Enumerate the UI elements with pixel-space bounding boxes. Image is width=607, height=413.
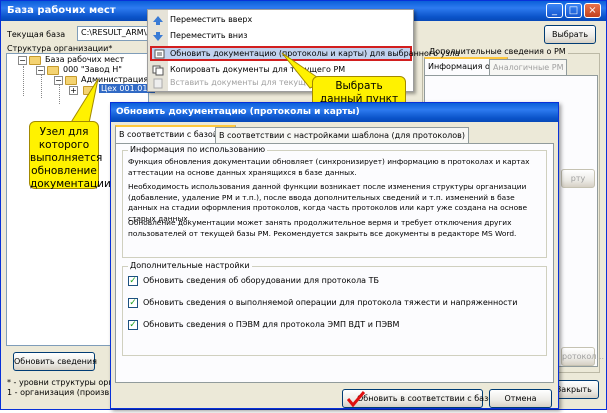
collapse-toggle[interactable]: − [36, 66, 45, 75]
checkbox-operation[interactable]: ✓ [128, 298, 138, 308]
menu-item-move-up[interactable]: Переместить вверх [148, 13, 413, 28]
update-by-base-label: Обновить в соответствии с базой РМ [357, 394, 513, 403]
info-paragraph-3: Обновление документации может занять про… [128, 218, 517, 238]
checkmark-icon [347, 391, 365, 407]
checkbox-operation-label: Обновить сведения о выполняемой операции… [143, 298, 518, 307]
refresh-docs-icon [154, 49, 165, 59]
checkbox-pc[interactable]: ✓ [128, 320, 138, 330]
update-by-base-button[interactable]: Обновить в соответствии с базой РМ [342, 389, 513, 408]
copy-icon [152, 65, 164, 76]
cancel-button[interactable]: Отмена [489, 389, 552, 408]
update-docs-dialog: Обновить документацию (протоколы и карты… [110, 102, 559, 409]
tab-similar[interactable]: Аналогичные РМ [489, 59, 568, 75]
tree-line [23, 66, 24, 96]
tree-node-root[interactable]: База рабочих мест [45, 55, 124, 64]
callout-text: Узел для которого выполняется обновление… [30, 126, 111, 190]
arrow-up-icon [153, 16, 163, 25]
paste-icon [153, 78, 163, 89]
tree-line [41, 74, 42, 98]
info-group-label: Информация по использованию [128, 145, 268, 154]
refresh-info-button[interactable]: Обновить сведения [13, 352, 97, 371]
arrow-down-icon [153, 32, 163, 41]
folder-icon [47, 66, 59, 75]
card-button[interactable]: рту [561, 169, 595, 188]
menu-item-label: Переместить вниз [170, 31, 248, 40]
maximize-button[interactable]: □ [565, 3, 582, 18]
menu-item-move-down[interactable]: Переместить вниз [148, 29, 413, 44]
checkbox-pc-label: Обновить сведения о ПЭВМ для протокола Э… [143, 320, 400, 329]
dialog-title: Обновить документацию (протоколы и карты… [116, 107, 360, 117]
collapse-toggle[interactable]: − [18, 56, 27, 65]
info-paragraph-1: Функция обновления документации обновляе… [128, 157, 530, 177]
checkbox-equipment-label: Обновить сведения об оборудовании для пр… [143, 276, 379, 285]
minimize-button[interactable]: _ [546, 3, 563, 18]
checkbox-equipment[interactable]: ✓ [128, 276, 138, 286]
tab-by-template[interactable]: В соответствии с настройками шаблона (дл… [215, 127, 469, 143]
folder-icon [29, 56, 41, 65]
structure-label: Структура организации* [7, 44, 113, 53]
tree-node-organization[interactable]: 000 "Завод Н" [63, 65, 122, 74]
dialog-title-bar[interactable]: Обновить документацию (протоколы и карты… [111, 103, 558, 122]
protocol-button[interactable]: ротокол... [561, 347, 604, 366]
close-window-button[interactable]: × [584, 3, 601, 18]
window-title: База рабочих мест [7, 5, 116, 16]
select-base-button[interactable]: Выбрать [544, 25, 596, 44]
menu-item-label: Переместить вверх [170, 15, 253, 24]
current-base-field[interactable]: C:\RESULT_ARM\ARM0 [77, 26, 149, 41]
dialog-tab-content: Информация по использованию Функция обно… [115, 143, 554, 383]
current-base-label: Текущая база [7, 30, 66, 39]
settings-group-label: Дополнительные настройки [128, 261, 252, 270]
callout-node: Узел для которого выполняется обновление… [29, 121, 111, 190]
